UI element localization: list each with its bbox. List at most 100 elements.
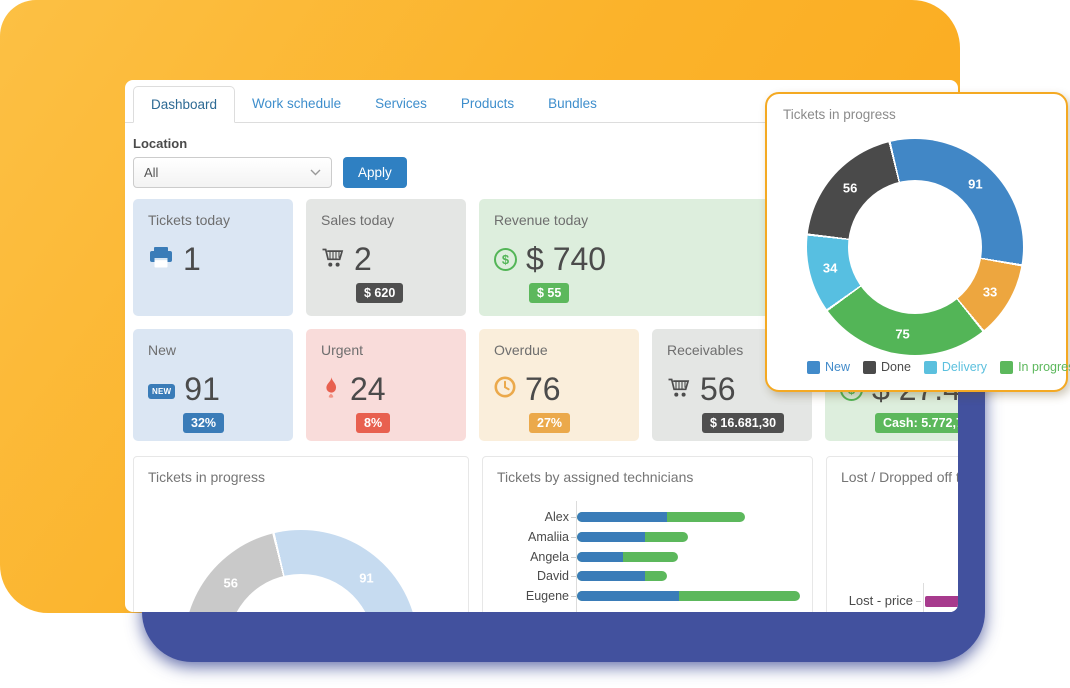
technician-row-angela: Angela	[483, 547, 812, 567]
stat-card-value: $ 740	[526, 241, 607, 277]
axis-tick	[571, 596, 576, 597]
tickets-popup-donut-chart: 91 33 75 34 56	[807, 139, 1023, 355]
stat-card-title: Tickets today	[148, 212, 230, 228]
legend-swatch	[923, 360, 937, 374]
technician-row-eugene: Eugene	[483, 586, 812, 606]
stat-card-title: New	[148, 342, 177, 358]
tickets-in-progress-title: Tickets in progress	[148, 469, 265, 485]
legend-swatch	[1000, 360, 1014, 374]
stat-card-badge: 32%	[183, 413, 225, 433]
stat-card-badge: $ 620	[356, 283, 404, 303]
stat-card-badge: $ 16.681,30	[702, 413, 785, 433]
tab-dashboard[interactable]: Dashboard	[133, 86, 236, 123]
stat-card-value: 76	[525, 371, 561, 407]
donut-faded-hole	[228, 574, 374, 612]
technician-bar-blue-segment	[577, 551, 623, 562]
technician-name: Angela	[530, 549, 569, 564]
legend-item-delivery: Delivery	[923, 360, 988, 374]
technician-bar	[577, 551, 678, 562]
flame-icon	[326, 376, 337, 398]
page-background: Dashboard Work schedule Services Products Bu…	[0, 0, 1070, 688]
technicians-card: Tickets by assigned technicians Alex Amal…	[482, 456, 813, 612]
donut-segment-label-pending: 33	[982, 284, 998, 300]
technician-name: Amaliia	[528, 529, 569, 544]
stat-card-badge: 8%	[356, 413, 391, 433]
legend-label: Done	[881, 360, 911, 374]
technician-bar-blue-segment	[577, 571, 645, 582]
lost-dropped-title: Lost / Dropped off tickets	[841, 469, 958, 485]
new-badge-icon: NEW	[148, 383, 176, 399]
dollar-circle-icon: $	[494, 248, 517, 271]
technician-bar	[577, 531, 688, 542]
tab-work-schedule[interactable]: Work schedule	[235, 86, 358, 122]
printer-icon	[150, 246, 172, 267]
donut-segment-label-new: 91	[968, 176, 983, 192]
legend-item-new: New	[807, 360, 850, 374]
tab-services[interactable]: Services	[358, 86, 444, 122]
donut-popup-hole	[848, 180, 982, 314]
axis-tick	[571, 536, 576, 538]
apply-button[interactable]: Apply	[343, 157, 407, 188]
stat-card-main: 2	[321, 241, 451, 278]
technician-name: Alex	[544, 510, 569, 524]
chevron-down-icon	[310, 169, 321, 176]
cart-icon	[668, 378, 690, 397]
location-select[interactable]: All	[133, 157, 332, 188]
stat-card-overdue: Overdue 76 27%	[479, 329, 639, 441]
stat-card-main: 1	[148, 241, 278, 278]
lost-price-label: Lost - price	[848, 593, 913, 608]
legend-label: Delivery	[941, 360, 988, 374]
stat-card-new: New NEW 91 32%	[133, 329, 293, 441]
technician-bar	[577, 512, 745, 522]
lost-axis-line	[923, 583, 924, 612]
clock-icon	[494, 376, 516, 398]
legend-swatch	[863, 360, 877, 374]
stat-card-badge: 27%	[529, 413, 571, 433]
stat-card-value: 56	[700, 371, 736, 407]
donut-legend: NewDoneDeliveryIn progressPending	[807, 360, 1070, 374]
stat-card-badge: $ 55	[529, 283, 570, 303]
stat-card-main: 24	[321, 371, 451, 408]
donut-segment-label-new: 91	[359, 570, 374, 586]
axis-tick	[571, 556, 576, 558]
axis-tick	[916, 601, 921, 602]
tickets-in-progress-card: Tickets in progress 9133753456	[133, 456, 469, 612]
stat-card-title: Urgent	[321, 342, 364, 358]
axis-tick	[571, 576, 576, 578]
legend-item-done: Done	[863, 360, 911, 374]
stat-card-sales-today: Sales today 2 $ 620	[306, 199, 466, 316]
stat-card-title: Sales today	[321, 212, 395, 228]
stat-card-urgent: Urgent 24 8%	[306, 329, 466, 441]
technicians-title: Tickets by assigned technicians	[497, 469, 694, 485]
legend-label: New	[825, 360, 851, 374]
tickets-popup-title: Tickets in progress	[783, 107, 896, 122]
technician-bar	[577, 591, 800, 601]
donut-segment-label-done: 56	[842, 180, 858, 196]
technician-bar	[577, 571, 667, 582]
technician-row-alex: Alex	[483, 507, 812, 527]
stat-card-value: 1	[183, 241, 201, 277]
stat-card-title: Overdue	[494, 342, 548, 358]
stat-card-tickets-today: Tickets today 1	[133, 199, 293, 316]
cart-icon	[322, 248, 344, 267]
legend-item-in-progress: In progress	[1000, 360, 1070, 374]
stat-card-value: 91	[184, 371, 220, 407]
technician-bar-blue-segment	[577, 512, 667, 522]
technician-row-david: David	[483, 566, 812, 586]
technician-bar-blue-segment	[577, 591, 679, 601]
tickets-popup: Tickets in progress 91 33 75 34 56 New Done De…	[765, 92, 1070, 392]
technician-name: David	[537, 569, 569, 584]
lost-dropped-card: Lost / Dropped off tickets Lost - price	[826, 456, 958, 612]
axis-tick	[571, 517, 576, 518]
donut-segment-label-done: 56	[223, 575, 238, 591]
technician-name: Eugene	[525, 589, 569, 603]
donut-segment-label-in-progress: 75	[895, 326, 910, 342]
stat-card-main: NEW 91	[148, 371, 278, 408]
technician-bar-blue-segment	[577, 531, 645, 542]
stat-card-value: 24	[350, 371, 386, 407]
donut-segment-label-delivery: 34	[822, 260, 838, 276]
legend-label: In progress	[1018, 360, 1070, 374]
tab-products[interactable]: Products	[444, 86, 531, 122]
tab-bundles[interactable]: Bundles	[531, 86, 614, 122]
stat-card-main: 76	[494, 371, 624, 408]
